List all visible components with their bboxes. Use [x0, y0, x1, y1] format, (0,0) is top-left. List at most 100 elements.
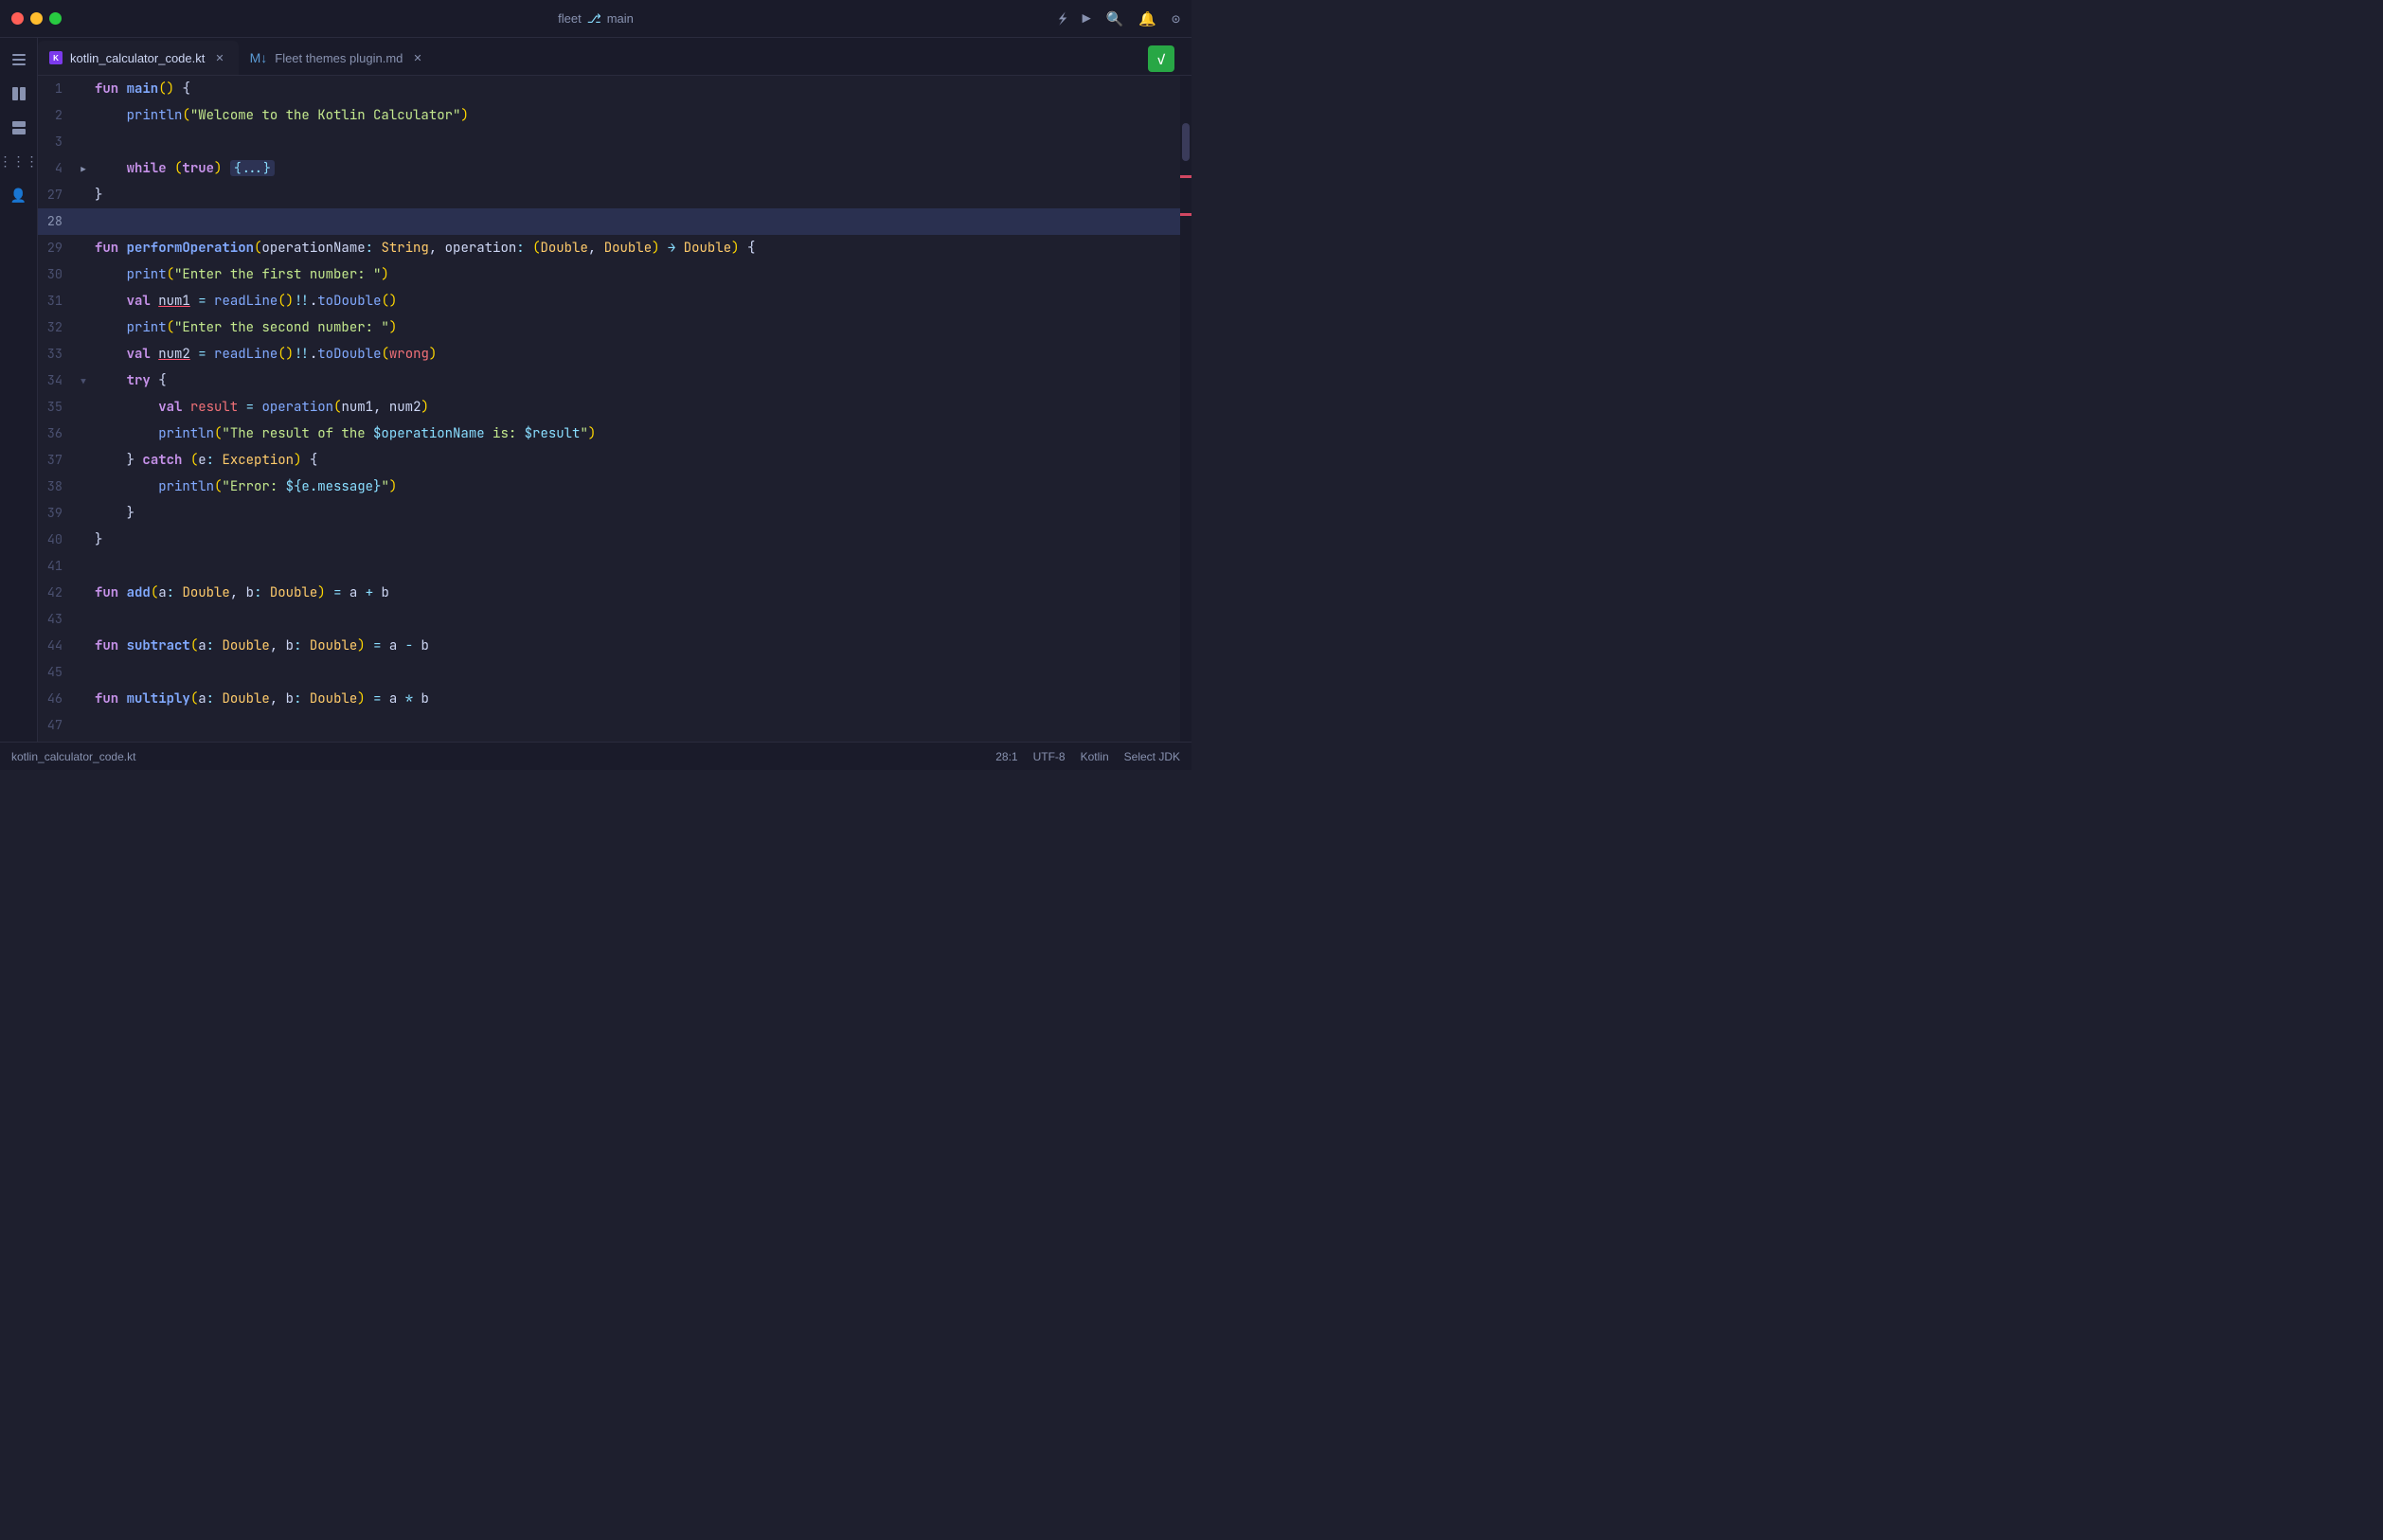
line-num-35: 35 [38, 394, 76, 421]
code-line-29: 29 fun performOperation(operationName: S… [38, 235, 1180, 261]
code-line-33: 33 val num2 = readLine()!!.toDouble(wron… [38, 341, 1180, 367]
code-line-37: 37 } catch (e: Exception) { [38, 447, 1180, 474]
code-line-41: 41 [38, 553, 1180, 580]
line-num-36: 36 [38, 421, 76, 447]
settings-icon[interactable]: ⊙ [1172, 9, 1180, 28]
tab-kotlin-close[interactable]: ✕ [212, 50, 226, 66]
line-num-27: 27 [38, 182, 76, 208]
window-title: fleet ⎇ main [558, 11, 634, 27]
code-line-30: 30 print("Enter the first number: ") [38, 261, 1180, 288]
code-line-36: 36 println("The result of the $operation… [38, 421, 1180, 447]
line-num-29: 29 [38, 235, 76, 261]
code-line-1: 1 fun main() { [38, 76, 1180, 102]
line-num-28: 28 [38, 208, 76, 235]
fold-34[interactable]: ▼ [76, 368, 91, 395]
titlebar: fleet ⎇ main ⚡ ▶ 🔍 🔔 ⊙ [0, 0, 1192, 38]
tab-markdown-close[interactable]: ✕ [410, 50, 424, 66]
status-sdk[interactable]: Select JDK [1124, 750, 1180, 763]
code-line-4: 4 ▶ while (true) {...} [38, 155, 1180, 182]
line-num-1: 1 [38, 76, 76, 102]
close-button[interactable] [11, 12, 24, 25]
panel-split-icon[interactable] [5, 80, 33, 108]
code-line-45: 45 [38, 659, 1180, 686]
line-num-32: 32 [38, 314, 76, 341]
app-name: fleet [558, 11, 582, 26]
line-num-37: 37 [38, 447, 76, 474]
tab-kotlin[interactable]: K kotlin_calculator_code.kt ✕ [38, 41, 239, 75]
line-num-40: 40 [38, 527, 76, 553]
status-filename: kotlin_calculator_code.kt [11, 750, 135, 763]
left-panel: ⋮⋮⋮ 👤 [0, 38, 38, 742]
line-num-45: 45 [38, 659, 76, 686]
minimize-button[interactable] [30, 12, 43, 25]
line-num-34: 34 [38, 367, 76, 394]
line-num-41: 41 [38, 553, 76, 580]
traffic-lights [11, 12, 62, 25]
maximize-button[interactable] [49, 12, 62, 25]
code-line-43: 43 [38, 606, 1180, 633]
code-line-39: 39 } [38, 500, 1180, 527]
code-line-28: 28 [38, 208, 1180, 235]
line-num-38: 38 [38, 474, 76, 500]
sidebar-toggle[interactable] [5, 45, 33, 74]
code-line-35: 35 val result = operation(num1, num2) [38, 394, 1180, 421]
code-editor[interactable]: 1 fun main() { 2 println("Welcome to the… [38, 76, 1180, 742]
line-num-3: 3 [38, 129, 76, 155]
status-encoding[interactable]: UTF-8 [1033, 750, 1066, 763]
code-line-27: 27 } [38, 182, 1180, 208]
code-text-42: fun add(a: Double, b: Double) = a + b [91, 580, 1180, 606]
person-icon[interactable]: 👤 [5, 182, 33, 210]
line-num-4: 4 [38, 155, 76, 182]
line-num-33: 33 [38, 341, 76, 367]
status-position[interactable]: 28:1 [995, 750, 1017, 763]
code-text-36: println("The result of the $operationNam… [91, 421, 1180, 447]
branch-name: main [607, 11, 634, 26]
code-text-44: fun subtract(a: Double, b: Double) = a -… [91, 633, 1180, 659]
code-text-46: fun multiply(a: Double, b: Double) = a *… [91, 686, 1180, 712]
code-text-1: fun main() { [91, 76, 1180, 102]
search-icon[interactable]: 🔍 [1106, 9, 1124, 28]
code-line-32: 32 print("Enter the second number: ") [38, 314, 1180, 341]
tab-markdown-label: Fleet themes plugin.md [275, 51, 403, 65]
status-right: 28:1 UTF-8 Kotlin Select JDK [995, 750, 1180, 763]
scrollbar-track[interactable] [1180, 76, 1192, 742]
fold-4[interactable]: ▶ [76, 156, 91, 183]
tab-markdown[interactable]: M↓ Fleet themes plugin.md ✕ [239, 41, 437, 75]
code-line-44: 44 fun subtract(a: Double, b: Double) = … [38, 633, 1180, 659]
kotlin-file-icon: K [49, 51, 63, 64]
statusbar: kotlin_calculator_code.kt 28:1 UTF-8 Kot… [0, 742, 1192, 770]
code-line-40: 40 } [38, 527, 1180, 553]
branch-icon: ⎇ [587, 11, 601, 27]
code-text-27: } [91, 182, 1180, 208]
play-icon[interactable]: ▶ [1083, 9, 1091, 28]
code-text-31: val num1 = readLine()!!.toDouble() [91, 288, 1180, 314]
code-text-33: val num2 = readLine()!!.toDouble(wrong) [91, 341, 1180, 367]
check-badge[interactable]: ✓ [1148, 45, 1174, 72]
code-text-32: print("Enter the second number: ") [91, 314, 1180, 341]
grid-icon[interactable]: ⋮⋮⋮ [5, 148, 33, 176]
tab-kotlin-label: kotlin_calculator_code.kt [70, 51, 205, 65]
line-num-44: 44 [38, 633, 76, 659]
line-num-43: 43 [38, 606, 76, 633]
bell-icon[interactable]: 🔔 [1138, 9, 1156, 28]
code-text-35: val result = operation(num1, num2) [91, 394, 1180, 421]
line-num-2: 2 [38, 102, 76, 129]
code-line-47: 47 [38, 712, 1180, 739]
lightning-icon[interactable]: ⚡ [1059, 9, 1067, 28]
code-line-2: 2 println("Welcome to the Kotlin Calcula… [38, 102, 1180, 129]
code-line-42: 42 fun add(a: Double, b: Double) = a + b [38, 580, 1180, 606]
code-line-38: 38 println("Error: ${e.message}") [38, 474, 1180, 500]
code-line-31: 31 val num1 = readLine()!!.toDouble() [38, 288, 1180, 314]
line-num-46: 46 [38, 686, 76, 712]
code-text-29: fun performOperation(operationName: Stri… [91, 235, 1180, 261]
code-line-3: 3 [38, 129, 1180, 155]
code-text-37: } catch (e: Exception) { [91, 447, 1180, 474]
line-num-31: 31 [38, 288, 76, 314]
layout-icon[interactable] [5, 114, 33, 142]
line-num-39: 39 [38, 500, 76, 527]
scrollbar-thumb[interactable] [1182, 123, 1190, 161]
markdown-file-icon: M↓ [250, 50, 268, 65]
status-language[interactable]: Kotlin [1081, 750, 1109, 763]
line-num-30: 30 [38, 261, 76, 288]
code-text-2: println("Welcome to the Kotlin Calculato… [91, 102, 1180, 129]
